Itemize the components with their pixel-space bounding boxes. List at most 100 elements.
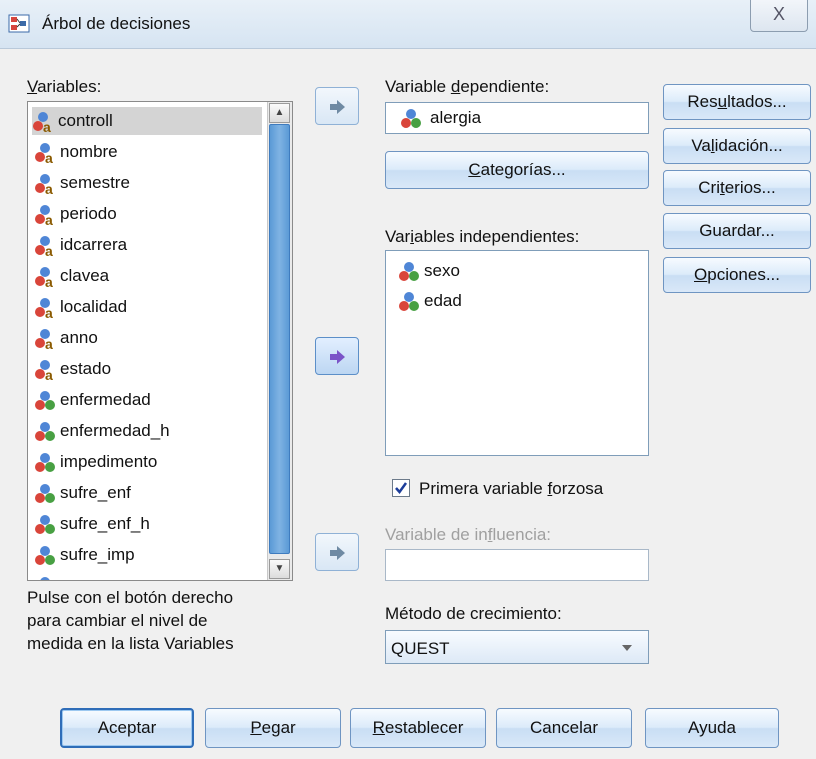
independent-variable-item[interactable]: edad — [398, 287, 462, 315]
nominal-variable-icon — [34, 545, 60, 565]
variables-label: Variables: — [27, 77, 102, 96]
move-right-arrow-icon — [330, 350, 345, 364]
decision-tree-icon — [8, 12, 32, 34]
variable-list-item[interactable]: sufre_enf — [34, 479, 131, 507]
chevron-down-icon — [620, 640, 634, 660]
nominal-string-variable-icon: a — [34, 297, 60, 319]
growth-method-select[interactable]: QUEST — [385, 630, 649, 664]
variable-list-item[interactable]: a clavea — [34, 262, 109, 290]
independent-variable-name: sexo — [424, 261, 460, 280]
svg-text:a: a — [45, 305, 53, 319]
variable-list-item[interactable]: a estado — [34, 355, 111, 383]
nominal-variable-icon — [400, 108, 426, 130]
independent-variable-name: edad — [424, 291, 462, 310]
results-button[interactable]: Resultados... — [663, 84, 811, 120]
nominal-variable-icon — [398, 291, 424, 311]
svg-text:a: a — [45, 243, 53, 257]
scroll-up-button[interactable]: ▲ — [269, 103, 290, 123]
nominal-string-variable-icon: a — [34, 173, 60, 195]
svg-text:a: a — [45, 367, 53, 381]
dependent-variable-label: Variable dependiente: — [385, 77, 550, 96]
svg-text:a: a — [43, 119, 51, 133]
dependent-variable-field[interactable]: alergia — [385, 102, 649, 134]
paste-button[interactable]: Pegar — [205, 708, 341, 748]
nominal-string-variable-icon: a — [34, 142, 60, 164]
variable-list-item[interactable]: sufre_enf_h — [34, 510, 150, 538]
svg-text:a: a — [45, 212, 53, 226]
variable-name: nombre — [60, 142, 118, 161]
cancel-button[interactable]: Cancelar — [496, 708, 632, 748]
reset-button[interactable]: Restablecer — [350, 708, 486, 748]
independent-variables-list[interactable]: sexo edad — [385, 250, 649, 456]
svg-text:a: a — [45, 150, 53, 164]
nominal-variable-icon — [34, 452, 60, 472]
variable-name: idcarrera — [60, 235, 128, 254]
move-independent-button[interactable] — [315, 337, 359, 375]
validation-button[interactable]: Validación... — [663, 128, 811, 164]
variable-list-item[interactable]: a periodo — [34, 200, 117, 228]
svg-text:a: a — [45, 336, 53, 350]
nominal-variable-icon — [34, 514, 60, 534]
nominal-variable-icon — [34, 483, 60, 503]
variables-list[interactable]: sufre_imp sufre_enf_h sufre_enf impedimento… — [27, 101, 293, 581]
move-influence-button[interactable] — [315, 533, 359, 571]
variable-name: sufre_enf_h — [60, 514, 150, 533]
title-bar: Árbol de decisiones X — [0, 0, 816, 49]
nominal-variable-icon — [34, 390, 60, 410]
force-first-label[interactable]: Primera variable forzosa — [419, 479, 603, 499]
variable-list-item-partial[interactable] — [34, 572, 60, 580]
growth-method-value: QUEST — [391, 639, 450, 658]
variable-list-item[interactable]: a localidad — [34, 293, 127, 321]
independent-variable-item[interactable]: sexo — [398, 257, 460, 285]
help-button[interactable]: Ayuda — [645, 708, 779, 748]
variable-name: anno — [60, 328, 98, 347]
variable-list-item[interactable]: a nombre — [34, 138, 118, 166]
dependent-variable-value: alergia — [430, 108, 482, 127]
influence-variable-field[interactable] — [385, 549, 649, 581]
nominal-string-variable-icon: a — [34, 235, 60, 257]
variable-list-item[interactable]: a semestre — [34, 169, 130, 197]
svg-text:a: a — [45, 274, 53, 288]
force-first-checkbox[interactable] — [392, 479, 410, 497]
ok-button[interactable]: Aceptar — [60, 708, 194, 748]
move-right-arrow-icon — [330, 100, 345, 114]
variable-name: periodo — [60, 204, 117, 223]
variable-list-item[interactable]: a anno — [34, 324, 98, 352]
variables-scrollbar[interactable]: ▲ ▼ — [267, 102, 292, 580]
nominal-string-variable-icon: a — [34, 328, 60, 350]
move-right-arrow-icon — [330, 546, 345, 560]
svg-text:a: a — [45, 181, 53, 195]
variable-list-item[interactable]: impedimento — [34, 448, 157, 476]
nominal-string-variable-icon: a — [32, 111, 58, 133]
variable-list-item[interactable]: sufre_imp — [34, 541, 135, 569]
categories-button[interactable]: Categorías... — [385, 151, 649, 189]
variable-list-item[interactable]: enfermedad — [34, 386, 151, 414]
variable-list-item[interactable]: enfermedad_h — [34, 417, 170, 445]
nominal-variable-icon — [34, 421, 60, 441]
window-title: Árbol de decisiones — [42, 14, 191, 33]
options-button[interactable]: Opciones... — [663, 257, 811, 293]
growth-method-label: Método de crecimiento: — [385, 604, 562, 623]
variable-name: enfermedad — [60, 390, 151, 409]
variable-name: controll — [58, 111, 113, 130]
nominal-string-variable-icon: a — [34, 359, 60, 381]
variable-name: impedimento — [60, 452, 158, 471]
nominal-variable-icon — [398, 261, 424, 281]
criteria-button[interactable]: Criterios... — [663, 170, 811, 206]
checkmark-icon — [395, 482, 408, 495]
nominal-variable-icon — [34, 576, 60, 580]
variable-name: clavea — [60, 266, 110, 285]
close-button[interactable]: X — [750, 0, 808, 32]
nominal-string-variable-icon: a — [34, 204, 60, 226]
move-dependent-button[interactable] — [315, 87, 359, 125]
save-button[interactable]: Guardar... — [663, 213, 811, 249]
nominal-string-variable-icon: a — [34, 266, 60, 288]
independent-variables-label: Variables independientes: — [385, 227, 580, 246]
variable-list-item[interactable]: a controll — [32, 107, 262, 135]
variable-name: estado — [60, 359, 112, 378]
variable-list-item[interactable]: a idcarrera — [34, 231, 127, 259]
close-icon: X — [772, 4, 785, 24]
scroll-down-button[interactable]: ▼ — [269, 559, 290, 579]
scroll-thumb[interactable] — [269, 124, 290, 554]
influence-variable-label: Variable de influencia: — [385, 525, 552, 544]
